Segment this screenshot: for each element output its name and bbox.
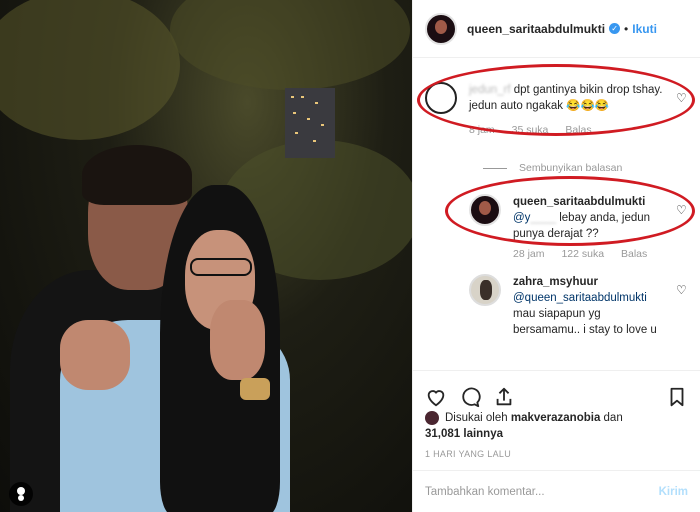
bookmark-icon[interactable]	[666, 386, 688, 408]
comment-likes[interactable]: 122 suka	[561, 248, 604, 260]
comment-username[interactable]: jedun_rf	[469, 84, 511, 96]
post-username[interactable]: queen_saritaabdulmukti	[467, 22, 605, 36]
blurred-text: ____	[530, 212, 557, 224]
man-hair	[82, 145, 192, 205]
comment-text: zahra_msyhuur @queen_saritaabdulmukti ma…	[513, 274, 666, 338]
likes-prefix: Disukai oleh	[445, 412, 511, 424]
post-header: queen_saritaabdulmukti ✓ • Ikuti	[413, 0, 700, 58]
post-photo[interactable]	[0, 0, 412, 512]
comment-meta: 28 jam 122 suka Balas	[513, 248, 688, 260]
glasses	[190, 258, 252, 276]
likes-summary: Disukai oleh makverazanobia dan 31,081 l…	[425, 410, 688, 442]
comment-username[interactable]: zahra_msyhuur	[513, 276, 598, 288]
follow-button[interactable]: Ikuti	[632, 22, 657, 36]
comment-time[interactable]: 8 jam	[469, 124, 495, 136]
avatar[interactable]	[469, 274, 501, 306]
share-icon[interactable]	[493, 386, 515, 408]
heart-icon[interactable]: ♡	[676, 92, 688, 104]
separator: •	[624, 21, 629, 36]
comment-emoji: 😂😂😂	[566, 100, 610, 112]
avatar[interactable]	[425, 82, 457, 114]
add-comment-bar: Kirim	[413, 470, 700, 512]
comment-likes[interactable]: 35 suka	[512, 124, 549, 136]
comment-input[interactable]	[425, 485, 659, 498]
mention-link[interactable]: @queen_saritaabdulmukti	[513, 292, 647, 304]
avatar[interactable]	[425, 12, 457, 45]
verified-badge-icon: ✓	[609, 23, 621, 34]
comment-text: queen_saritaabdulmukti @y____ lebay anda…	[513, 194, 666, 242]
hand	[60, 320, 130, 390]
action-bar	[413, 370, 700, 410]
likes-suffix: dan	[600, 412, 623, 424]
comment-time[interactable]: 28 jam	[513, 248, 545, 260]
comment-username[interactable]: queen_saritaabdulmukti	[513, 196, 645, 208]
comment-item: jedun_rf dpt gantinya bikin drop tshay. …	[425, 82, 688, 136]
watch	[240, 378, 270, 400]
building	[285, 88, 335, 158]
foliage	[170, 0, 410, 90]
comment-content: mau siapapun yg bersamamu.. i stay to lo…	[513, 308, 657, 336]
hide-replies-button[interactable]: Sembunyikan balasan	[483, 162, 622, 174]
hand	[210, 300, 265, 380]
post-panel: queen_saritaabdulmukti ✓ • Ikuti jedun_r…	[412, 0, 700, 512]
post-comment-button[interactable]: Kirim	[659, 486, 688, 498]
likes-count[interactable]: 31,081 lainnya	[425, 428, 503, 440]
mention-link[interactable]: @y	[513, 212, 530, 224]
post-timestamp[interactable]: 1 HARI YANG LALU	[425, 449, 511, 459]
comment-icon[interactable]	[459, 386, 481, 408]
reply-button[interactable]: Balas	[621, 248, 647, 260]
user-tag-icon[interactable]	[9, 482, 33, 506]
reply-item: queen_saritaabdulmukti @y____ lebay anda…	[469, 194, 688, 260]
avatar[interactable]	[425, 410, 439, 425]
foliage	[0, 0, 180, 140]
heart-icon[interactable]: ♡	[676, 204, 688, 216]
reply-button[interactable]: Balas	[565, 124, 591, 136]
heart-icon[interactable]: ♡	[676, 284, 688, 296]
comment-text: jedun_rf dpt gantinya bikin drop tshay. …	[469, 82, 666, 114]
reply-item: zahra_msyhuur @queen_saritaabdulmukti ma…	[469, 274, 688, 338]
avatar[interactable]	[469, 194, 501, 226]
comment-meta: 8 jam 35 suka Balas	[469, 124, 688, 136]
heart-icon[interactable]	[425, 386, 447, 408]
comments-list: jedun_rf dpt gantinya bikin drop tshay. …	[413, 58, 700, 370]
liked-by-user[interactable]: makverazanobia	[511, 412, 601, 424]
